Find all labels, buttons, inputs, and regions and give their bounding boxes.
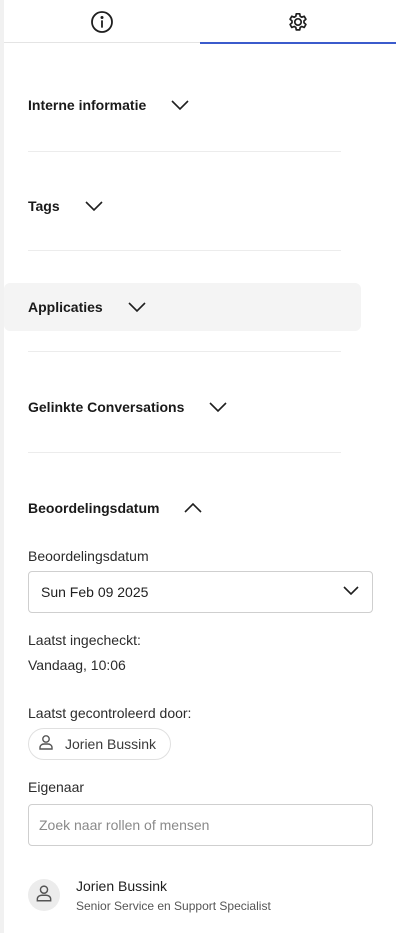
reviewer-name: Jorien Bussink	[65, 736, 157, 752]
gear-icon	[286, 10, 310, 34]
review-date-select[interactable]: Sun Feb 09 2025	[28, 571, 373, 613]
last-reviewed-by-label: Laatst gecontroleerd door:	[28, 705, 192, 721]
section-title: Applicaties	[28, 299, 103, 315]
section-title: Beoordelingsdatum	[28, 500, 160, 516]
info-icon	[90, 10, 114, 34]
divider	[28, 351, 341, 352]
tab-info[interactable]	[4, 0, 200, 43]
last-checked-label: Laatst ingecheckt:	[28, 632, 141, 648]
owner-label: Eigenaar	[28, 779, 85, 795]
review-date-label: Beoordelingsdatum	[28, 548, 149, 564]
section-title: Interne informatie	[28, 97, 147, 113]
section-internal-info[interactable]: Interne informatie	[28, 81, 190, 129]
last-checked-value: Vandaag, 10:06	[28, 657, 126, 673]
chevron-down-icon	[84, 200, 104, 212]
review-date-value: Sun Feb 09 2025	[41, 584, 149, 600]
chevron-up-icon	[183, 502, 203, 514]
avatar	[28, 879, 60, 911]
tab-settings[interactable]	[200, 0, 396, 44]
owner-role: Senior Service en Support Specialist	[76, 899, 271, 913]
person-icon	[37, 733, 55, 756]
chevron-down-icon	[208, 401, 228, 413]
person-icon	[34, 883, 54, 908]
reviewer-chip[interactable]: Jorien Bussink	[28, 728, 172, 760]
divider	[28, 151, 341, 152]
owner-entry[interactable]: Jorien Bussink Senior Service en Support…	[28, 876, 373, 916]
chevron-down-icon	[342, 583, 360, 601]
section-tags[interactable]: Tags	[28, 182, 104, 230]
tab-bar	[4, 0, 396, 44]
section-review-date[interactable]: Beoordelingsdatum	[28, 484, 203, 532]
section-title: Tags	[28, 198, 60, 214]
section-linked-conversations[interactable]: Gelinkte Conversations	[28, 383, 228, 431]
owner-search-input[interactable]	[28, 804, 373, 846]
panel-left-border	[0, 0, 4, 933]
section-title: Gelinkte Conversations	[28, 399, 185, 415]
chevron-down-icon	[170, 99, 190, 111]
divider	[28, 250, 341, 251]
section-applications[interactable]: Applicaties	[28, 283, 147, 331]
divider	[28, 452, 341, 453]
owner-name: Jorien Bussink	[76, 878, 168, 894]
chevron-down-icon	[127, 301, 147, 313]
